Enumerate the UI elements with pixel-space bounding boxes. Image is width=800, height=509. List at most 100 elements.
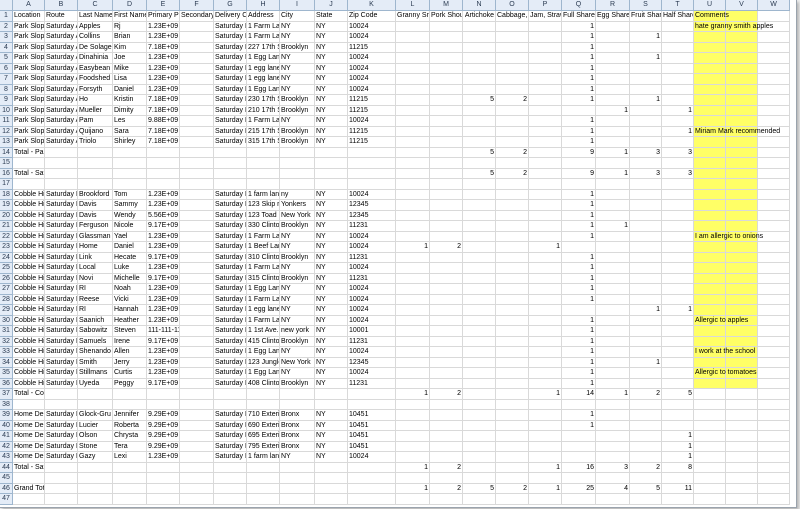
row-header[interactable]: 18 — [0, 189, 13, 200]
cell-r32[interactable] — [596, 336, 630, 347]
cell-l32[interactable] — [396, 336, 430, 347]
row-header[interactable]: 25 — [0, 263, 13, 274]
cell-h19[interactable]: 123 Skip r — [247, 200, 280, 211]
cell-v46[interactable] — [726, 483, 758, 494]
cell-c20[interactable]: Davis — [78, 210, 113, 221]
cell-u43[interactable] — [694, 452, 726, 463]
cell-j15[interactable] — [315, 158, 348, 169]
cell-p5[interactable] — [529, 53, 562, 64]
cell-e7[interactable]: 1.23E+09 — [147, 74, 180, 85]
cell-w35[interactable] — [758, 368, 790, 379]
cell-n30[interactable] — [463, 315, 496, 326]
cell-e36[interactable]: 9.17E+09 — [147, 378, 180, 389]
cell-q14[interactable]: 9 — [562, 147, 596, 158]
cell-w13[interactable] — [758, 137, 790, 148]
row-header[interactable]: 12 — [0, 126, 13, 137]
cell-h41[interactable]: 695 Exteri — [247, 431, 280, 442]
cell-e28[interactable]: 1.23E+09 — [147, 294, 180, 305]
cell-p10[interactable] — [529, 105, 562, 116]
cell-l13[interactable] — [396, 137, 430, 148]
cell-i39[interactable]: Bronx — [280, 410, 315, 421]
cell-e2[interactable]: 1.23E+09 — [147, 21, 180, 32]
cell-n7[interactable] — [463, 74, 496, 85]
row-header[interactable]: 38 — [0, 399, 13, 410]
cell-p19[interactable] — [529, 200, 562, 211]
cell-m22[interactable] — [430, 231, 463, 242]
cell-b1[interactable]: Route — [45, 11, 78, 22]
cell-o30[interactable] — [496, 315, 529, 326]
cell-k15[interactable] — [348, 158, 396, 169]
cell-q31[interactable]: 1 — [562, 326, 596, 337]
cell-l43[interactable] — [396, 452, 430, 463]
cell-j24[interactable]: NY — [315, 252, 348, 263]
cell-f27[interactable] — [180, 284, 214, 295]
cell-n35[interactable] — [463, 368, 496, 379]
cell-g35[interactable]: Saturday F — [214, 368, 247, 379]
cell-o20[interactable] — [496, 210, 529, 221]
cell-v18[interactable] — [726, 189, 758, 200]
cell-p35[interactable] — [529, 368, 562, 379]
cell-s1[interactable]: Fruit Shar — [630, 11, 662, 22]
cell-f28[interactable] — [180, 294, 214, 305]
cell-u45[interactable] — [694, 473, 726, 484]
cell-d10[interactable]: Dimity — [113, 105, 147, 116]
cell-b11[interactable]: Saturday A — [45, 116, 78, 127]
cell-i7[interactable]: NY — [280, 74, 315, 85]
cell-k40[interactable]: 10451 — [348, 420, 396, 431]
cell-e20[interactable]: 5.56E+09 — [147, 210, 180, 221]
cell-l8[interactable] — [396, 84, 430, 95]
cell-e44[interactable] — [147, 462, 180, 473]
cell-q33[interactable]: 1 — [562, 347, 596, 358]
cell-r17[interactable] — [596, 179, 630, 190]
cell-j5[interactable]: NY — [315, 53, 348, 64]
cell-k11[interactable]: 10024 — [348, 116, 396, 127]
cell-f2[interactable] — [180, 21, 214, 32]
cell-c28[interactable]: Reese — [78, 294, 113, 305]
cell-u44[interactable] — [694, 462, 726, 473]
cell-h8[interactable]: 1 Egg Lane — [247, 84, 280, 95]
cell-r22[interactable] — [596, 231, 630, 242]
cell-l30[interactable] — [396, 315, 430, 326]
cell-k8[interactable]: 10024 — [348, 84, 396, 95]
cell-i38[interactable] — [280, 399, 315, 410]
cell-l21[interactable] — [396, 221, 430, 232]
cell-e11[interactable]: 9.88E+09 — [147, 116, 180, 127]
cell-p28[interactable] — [529, 294, 562, 305]
cell-a26[interactable]: Cobble Hil — [13, 273, 45, 284]
cell-c42[interactable]: Stone — [78, 441, 113, 452]
cell-h32[interactable]: 415 Clinto — [247, 336, 280, 347]
cell-w30[interactable] — [758, 315, 790, 326]
cell-f26[interactable] — [180, 273, 214, 284]
cell-a47[interactable] — [13, 494, 45, 505]
cell-d30[interactable]: Heather — [113, 315, 147, 326]
cell-h16[interactable] — [247, 168, 280, 179]
cell-r15[interactable] — [596, 158, 630, 169]
cell-l7[interactable] — [396, 74, 430, 85]
cell-k36[interactable]: 11231 — [348, 378, 396, 389]
cell-w46[interactable] — [758, 483, 790, 494]
cell-p33[interactable] — [529, 347, 562, 358]
cell-k21[interactable]: 11231 — [348, 221, 396, 232]
cell-j30[interactable]: NY — [315, 315, 348, 326]
cell-q1[interactable]: Full Share — [562, 11, 596, 22]
cell-e37[interactable] — [147, 389, 180, 400]
cell-d2[interactable]: Rj — [113, 21, 147, 32]
cell-c27[interactable]: RI — [78, 284, 113, 295]
cell-m26[interactable] — [430, 273, 463, 284]
cell-d3[interactable]: Brian — [113, 32, 147, 43]
cell-b29[interactable]: Saturday F — [45, 305, 78, 316]
cell-g26[interactable]: Saturday F — [214, 273, 247, 284]
cell-s10[interactable] — [630, 105, 662, 116]
cell-k39[interactable]: 10451 — [348, 410, 396, 421]
cell-o8[interactable] — [496, 84, 529, 95]
column-header-a[interactable]: A — [13, 0, 45, 11]
cell-l14[interactable] — [396, 147, 430, 158]
cell-n27[interactable] — [463, 284, 496, 295]
cell-w21[interactable] — [758, 221, 790, 232]
cell-g20[interactable]: Saturday F — [214, 210, 247, 221]
cell-g11[interactable]: Saturday F — [214, 116, 247, 127]
cell-l27[interactable] — [396, 284, 430, 295]
cell-s46[interactable]: 5 — [630, 483, 662, 494]
cell-i9[interactable]: Brooklyn — [280, 95, 315, 106]
cell-t35[interactable] — [662, 368, 694, 379]
